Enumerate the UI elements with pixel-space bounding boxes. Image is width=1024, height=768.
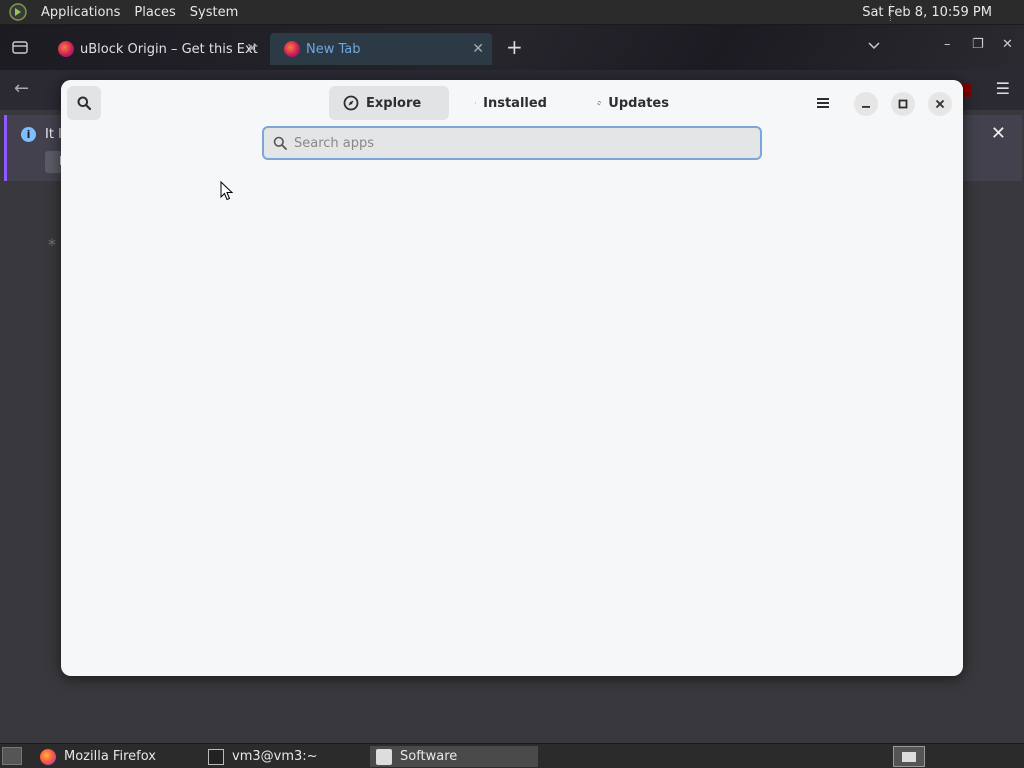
library-icon xyxy=(475,102,477,104)
show-desktop-icon[interactable] xyxy=(2,747,22,765)
terminal-icon xyxy=(208,748,224,765)
maximize-button[interactable] xyxy=(891,92,915,116)
close-icon[interactable]: ✕ xyxy=(1002,37,1013,52)
close-icon[interactable]: ✕ xyxy=(246,41,258,57)
firefox-icon xyxy=(40,748,56,765)
places-menu[interactable]: Places xyxy=(127,0,182,25)
tab-label: Installed xyxy=(483,95,547,111)
software-window: Explore Installed Updates xyxy=(61,80,963,676)
applications-menu[interactable]: Applications xyxy=(34,0,127,25)
system-menu[interactable]: System xyxy=(183,0,245,25)
close-button[interactable] xyxy=(928,92,952,116)
search-bar[interactable] xyxy=(262,126,762,160)
hamburger-menu-icon[interactable]: ☰ xyxy=(996,79,1010,98)
taskbar-item-label: Software xyxy=(400,749,458,764)
tab-installed[interactable]: Installed xyxy=(461,86,561,120)
close-icon[interactable]: ✕ xyxy=(472,41,484,57)
bottom-panel: Mozilla Firefox vm3@vm3:~ Software xyxy=(0,743,1024,768)
software-icon xyxy=(376,748,392,765)
info-icon: i xyxy=(21,127,36,142)
star-icon: * xyxy=(48,235,56,254)
clock[interactable]: Sat Feb 8, 10:59 PM xyxy=(862,0,992,25)
hamburger-menu-icon xyxy=(817,98,829,108)
tab-title: uBlock Origin – Get this Ext xyxy=(80,41,258,57)
search-input[interactable] xyxy=(294,135,734,151)
chevron-down-icon[interactable] xyxy=(866,37,882,53)
compass-icon xyxy=(343,95,359,111)
refresh-icon xyxy=(597,101,601,105)
main-menu-button[interactable] xyxy=(813,93,833,113)
tab-label: Explore xyxy=(366,95,422,111)
restore-icon[interactable]: ❐ xyxy=(972,37,984,52)
workspace-switcher[interactable] xyxy=(893,746,925,767)
firefox-tab-bar: uBlock Origin – Get this Ext ✕ New Tab ✕… xyxy=(0,25,1024,70)
search-toggle-button[interactable] xyxy=(67,86,101,120)
minimize-icon[interactable]: – xyxy=(944,37,951,52)
tab-title: New Tab xyxy=(306,41,361,57)
close-icon xyxy=(935,99,945,109)
minimize-button[interactable] xyxy=(854,92,878,116)
new-tab-icon[interactable]: + xyxy=(506,35,523,59)
search-icon xyxy=(77,96,91,110)
tab-updates[interactable]: Updates xyxy=(583,86,683,120)
firefox-icon xyxy=(284,41,300,57)
tab-label: Updates xyxy=(608,95,669,111)
taskbar-item-terminal[interactable]: vm3@vm3:~ xyxy=(202,746,366,767)
taskbar-item-label: Mozilla Firefox xyxy=(64,749,156,764)
mate-logo-icon[interactable] xyxy=(8,2,28,22)
minimize-icon xyxy=(862,106,870,108)
taskbar-item-label: vm3@vm3:~ xyxy=(232,749,318,764)
top-panel: Applications Places System Sat Feb 8, 10… xyxy=(0,0,1024,25)
tab-explore[interactable]: Explore xyxy=(329,86,449,120)
close-icon[interactable]: ✕ xyxy=(991,123,1006,144)
maximize-icon xyxy=(898,99,908,109)
mouse-cursor-icon xyxy=(220,181,234,201)
search-icon xyxy=(273,136,287,150)
back-arrow-icon[interactable]: ← xyxy=(14,78,29,99)
firefox-tab[interactable]: New Tab ✕ xyxy=(270,33,492,65)
firefox-icon xyxy=(58,41,74,57)
firefox-tab[interactable]: uBlock Origin – Get this Ext ✕ xyxy=(44,33,266,65)
list-all-tabs-icon[interactable] xyxy=(10,37,30,57)
taskbar-item-firefox[interactable]: Mozilla Firefox xyxy=(34,746,198,767)
taskbar-item-software[interactable]: Software xyxy=(370,746,538,767)
software-header-bar: Explore Installed Updates xyxy=(61,80,963,126)
